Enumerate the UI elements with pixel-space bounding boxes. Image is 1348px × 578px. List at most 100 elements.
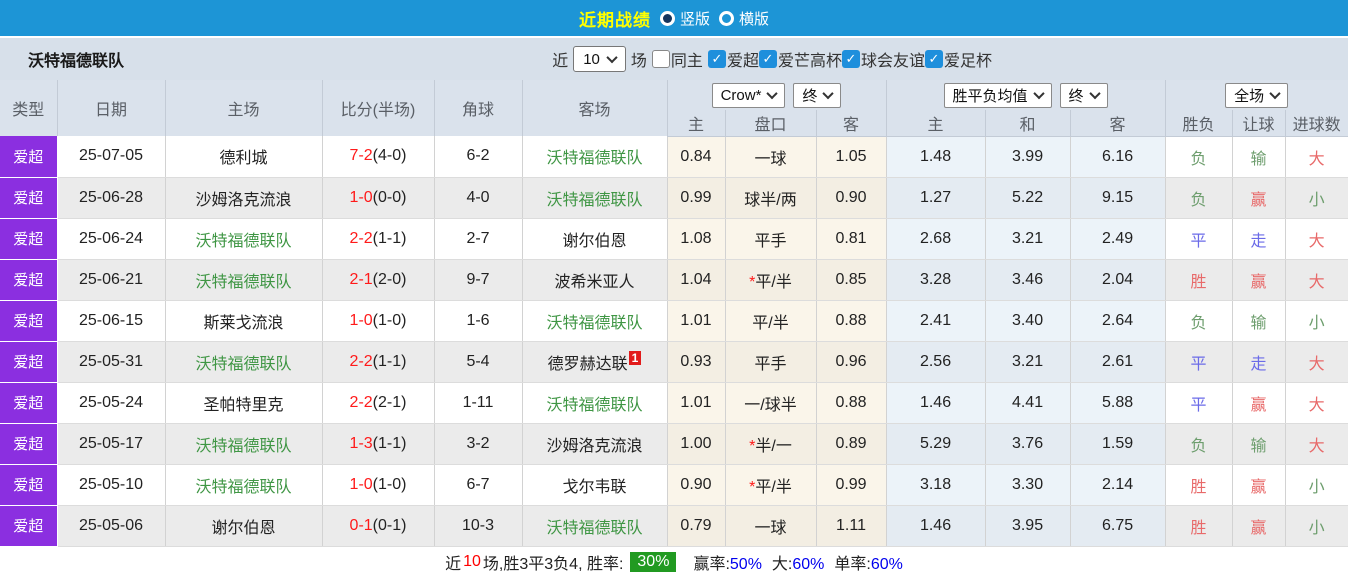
league-filter-爱芒高杯[interactable]: ✓ 爱芒高杯 (758, 47, 842, 71)
avg-draw-cell: 3.99 (985, 136, 1071, 178)
chevron-down-icon (1032, 87, 1045, 100)
corner-cell: 5-4 (434, 341, 523, 383)
match-count-select[interactable]: 10 (573, 46, 626, 72)
score-cell: 2-2(1-1) (322, 341, 435, 383)
away-team-cell[interactable]: 德罗赫达联 1 (522, 341, 668, 383)
league-filter-爱超[interactable]: ✓ 爱超 (707, 47, 759, 71)
home-team-cell[interactable]: 谢尔伯恩 (165, 505, 323, 547)
subheader-avg-away: 客 (1070, 110, 1166, 137)
fulltime-score: 0-1 (349, 516, 373, 534)
home-team-cell[interactable]: 圣帕特里克 (165, 382, 323, 424)
layout-option-vertical[interactable]: 竖版 (659, 8, 710, 29)
home-team-name[interactable]: 沙姆洛克流浪 (195, 192, 291, 209)
home-team-cell[interactable]: 斯莱戈流浪 (165, 300, 323, 342)
footer-stat-label: 单率: (834, 555, 871, 573)
header-date: 日期 (57, 80, 166, 136)
home-team-name[interactable]: 沃特福德联队 (195, 438, 291, 455)
checkbox-checked-icon[interactable]: ✓ (758, 50, 777, 68)
layout-option-horizontal[interactable]: 横版 (719, 8, 769, 29)
odds-state-value: 终 (802, 87, 818, 105)
team-name-heading: 沃特福德联队 (28, 53, 125, 70)
wdl-result-cell: 负 (1165, 136, 1233, 178)
checkbox-checked-icon[interactable]: ✓ (841, 50, 860, 68)
away-team-cell[interactable]: 沃特福德联队 (522, 177, 668, 219)
checkbox-unchecked-icon[interactable] (651, 50, 670, 68)
home-team-cell[interactable]: 沃特福德联队 (165, 464, 323, 506)
match-row: 爱超 25-06-28 沙姆洛克流浪 1-0(0-0) 4-0 沃特福德联队 0.99 球半/… (0, 177, 1348, 219)
goals-result-cell: 小 (1285, 300, 1348, 342)
corner-cell: 2-7 (434, 218, 523, 260)
league-cell: 爱超 (0, 464, 58, 506)
home-team-name[interactable]: 谢尔伯恩 (211, 520, 275, 537)
home-team-cell[interactable]: 沃特福德联队 (165, 341, 323, 383)
home-team-name[interactable]: 圣帕特里克 (203, 397, 283, 414)
handicap-result-cell: 赢 (1232, 464, 1286, 506)
home-team-cell[interactable]: 德利城 (165, 136, 323, 178)
subheader-odds-away: 客 (816, 110, 887, 137)
away-team-cell[interactable]: 沃特福德联队 (522, 505, 668, 547)
league-filter-爱足杯[interactable]: ✓ 爱足杯 (924, 47, 992, 71)
home-team-name[interactable]: 沃特福德联队 (195, 479, 291, 496)
chevron-down-icon (822, 87, 835, 100)
fulltime-score: 2-2 (349, 229, 373, 247)
avg-type-select[interactable]: 胜平负均值 (943, 82, 1052, 108)
match-row: 爱超 25-06-24 沃特福德联队 2-2(1-1) 2-7 谢尔伯恩 1.08 平手 0.8… (0, 218, 1348, 260)
odds-state-select[interactable]: 终 (793, 82, 842, 108)
home-team-cell[interactable]: 沙姆洛克流浪 (165, 177, 323, 219)
score-cell: 1-0(1-0) (322, 300, 435, 342)
handicap-result-cell: 输 (1232, 300, 1286, 342)
radio-selected-icon[interactable] (659, 10, 675, 26)
odds-company-select[interactable]: Crow* (711, 82, 786, 108)
away-team-cell[interactable]: 沃特福德联队 (522, 300, 668, 342)
home-team-name[interactable]: 德利城 (219, 150, 267, 167)
away-team-cell[interactable]: 谢尔伯恩 (522, 218, 668, 260)
away-team-name[interactable]: 谢尔伯恩 (562, 233, 626, 250)
date-cell: 25-05-06 (57, 505, 166, 547)
away-team-name[interactable]: 沃特福德联队 (546, 192, 642, 209)
scope-group-header: 全场 (1165, 80, 1348, 110)
radio-unselected-icon[interactable] (719, 10, 734, 26)
avg-away-cell: 2.64 (1070, 300, 1166, 342)
footer-stat-value: 60% (870, 555, 903, 573)
match-row: 爱超 25-05-17 沃特福德联队 1-3(1-1) 3-2 沙姆洛克流浪 1.00 *半/… (0, 423, 1348, 465)
away-team-name[interactable]: 沃特福德联队 (546, 315, 642, 332)
away-team-name[interactable]: 戈尔韦联 (562, 479, 626, 496)
away-team-name[interactable]: 沃特福德联队 (546, 397, 642, 414)
avg-away-cell: 2.04 (1070, 259, 1166, 301)
away-team-cell[interactable]: 波希米亚人 (522, 259, 668, 301)
away-team-name[interactable]: 沃特福德联队 (546, 520, 642, 537)
same-home-filter[interactable]: 同主 (651, 47, 703, 71)
avg-away-cell: 2.49 (1070, 218, 1166, 260)
home-team-name[interactable]: 沃特福德联队 (195, 356, 291, 373)
home-team-name[interactable]: 沃特福德联队 (195, 274, 291, 291)
away-team-cell[interactable]: 戈尔韦联 (522, 464, 668, 506)
away-team-name[interactable]: 德罗赫达联 (548, 356, 628, 373)
wdl-result-cell: 负 (1165, 177, 1233, 219)
away-team-name[interactable]: 沙姆洛克流浪 (546, 438, 642, 455)
fulltime-score: 1-0 (349, 188, 373, 206)
checkbox-checked-icon[interactable]: ✓ (924, 50, 943, 68)
home-team-cell[interactable]: 沃特福德联队 (165, 259, 323, 301)
handicap-result-cell: 赢 (1232, 259, 1286, 301)
away-team-cell[interactable]: 沃特福德联队 (522, 136, 668, 178)
league-filter-球会友谊[interactable]: ✓ 球会友谊 (841, 47, 925, 71)
handicap-result-cell: 赢 (1232, 177, 1286, 219)
away-team-cell[interactable]: 沃特福德联队 (522, 382, 668, 424)
handicap-result-cell: 输 (1232, 136, 1286, 178)
away-team-name[interactable]: 波希米亚人 (554, 274, 634, 291)
home-team-name[interactable]: 沃特福德联队 (195, 233, 291, 250)
avg-state-select[interactable]: 终 (1059, 82, 1108, 108)
home-team-cell[interactable]: 沃特福德联队 (165, 218, 323, 260)
checkbox-checked-icon[interactable]: ✓ (707, 50, 726, 68)
score-cell: 2-1(2-0) (322, 259, 435, 301)
goals-result-cell: 大 (1285, 218, 1348, 260)
away-team-cell[interactable]: 沙姆洛克流浪 (522, 423, 668, 465)
home-team-name[interactable]: 斯莱戈流浪 (203, 315, 283, 332)
fulltime-score: 1-3 (349, 434, 373, 452)
count-unit-label: 场 (630, 53, 647, 70)
away-team-name[interactable]: 沃特福德联队 (546, 150, 642, 167)
handicap-cell: 一球 (725, 136, 817, 178)
scope-select[interactable]: 全场 (1225, 82, 1289, 108)
avg-away-cell: 6.16 (1070, 136, 1166, 178)
home-team-cell[interactable]: 沃特福德联队 (165, 423, 323, 465)
